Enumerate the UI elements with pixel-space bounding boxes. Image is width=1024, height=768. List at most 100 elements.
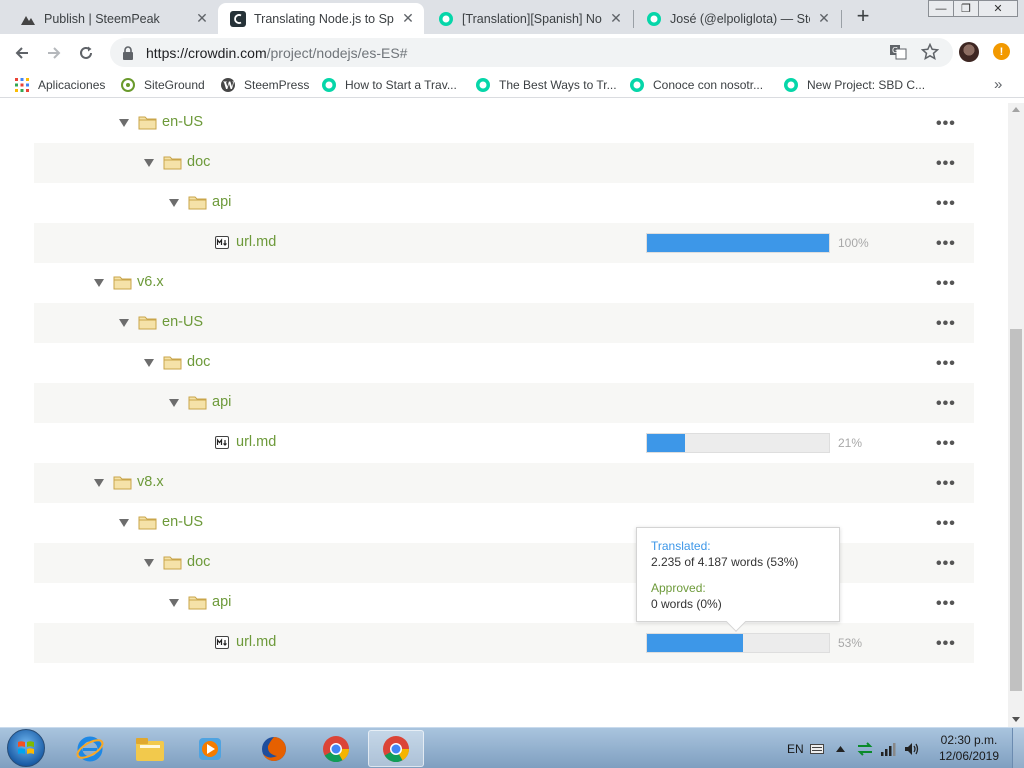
profile-avatar[interactable] bbox=[959, 42, 979, 62]
folder-name[interactable]: api bbox=[212, 394, 231, 410]
more-actions-button[interactable]: ••• bbox=[936, 555, 956, 573]
tree-folder-row[interactable]: en-US ••• bbox=[34, 103, 974, 143]
folder-name[interactable]: en-US bbox=[162, 114, 203, 130]
show-hidden-icons-icon[interactable] bbox=[836, 728, 845, 768]
tab-steemit-translation[interactable]: [Translation][Spanish] Node.js ✕ bbox=[426, 3, 632, 34]
more-actions-button[interactable]: ••• bbox=[936, 275, 956, 293]
folder-name[interactable]: doc bbox=[187, 154, 210, 170]
folder-name[interactable]: v6.x bbox=[137, 274, 164, 290]
taskbar-firefox[interactable] bbox=[246, 730, 302, 767]
more-actions-button[interactable]: ••• bbox=[936, 355, 956, 373]
address-bar[interactable]: https://crowdin.com/project/nodejs/es-ES… bbox=[110, 38, 953, 67]
tab-crowdin[interactable]: Translating Node.js to Spanish ✕ bbox=[218, 3, 424, 34]
close-tab-icon[interactable]: ✕ bbox=[816, 10, 832, 27]
tree-file-row[interactable]: url.md 100% ••• bbox=[34, 223, 974, 263]
tree-folder-row[interactable]: en-US ••• bbox=[34, 303, 974, 343]
taskbar-internet-explorer[interactable] bbox=[62, 730, 118, 767]
taskbar-media-player[interactable] bbox=[182, 730, 238, 767]
more-actions-button[interactable]: ••• bbox=[936, 195, 956, 213]
tree-file-row[interactable]: url.md 53% ••• bbox=[34, 623, 974, 663]
expand-caret-icon[interactable] bbox=[94, 279, 104, 287]
close-tab-icon[interactable]: ✕ bbox=[608, 10, 624, 27]
translation-progress-bar[interactable] bbox=[646, 233, 830, 253]
expand-caret-icon[interactable] bbox=[144, 559, 154, 567]
expand-caret-icon[interactable] bbox=[94, 479, 104, 487]
folder-name[interactable]: en-US bbox=[162, 314, 203, 330]
expand-caret-icon[interactable] bbox=[119, 119, 129, 127]
folder-name[interactable]: api bbox=[212, 194, 231, 210]
keyboard-icon[interactable] bbox=[810, 728, 824, 768]
reload-button[interactable] bbox=[75, 42, 97, 64]
file-name[interactable]: url.md bbox=[236, 634, 276, 650]
more-actions-button[interactable]: ••• bbox=[936, 435, 956, 453]
show-desktop-button[interactable] bbox=[1012, 728, 1024, 768]
system-clock[interactable]: 02:30 p.m. 12/06/2019 bbox=[930, 732, 1008, 764]
taskbar-file-explorer[interactable] bbox=[122, 730, 178, 767]
tree-folder-row[interactable]: v6.x ••• bbox=[34, 263, 974, 303]
more-actions-button[interactable]: ••• bbox=[936, 115, 956, 133]
tree-folder-row[interactable]: doc ••• bbox=[34, 143, 974, 183]
bookmark-siteground[interactable]: SiteGround bbox=[120, 75, 205, 94]
expand-caret-icon[interactable] bbox=[169, 399, 179, 407]
more-actions-button[interactable]: ••• bbox=[936, 475, 956, 493]
scroll-down-arrow-icon[interactable] bbox=[1012, 717, 1020, 722]
signal-strength-icon[interactable] bbox=[880, 728, 898, 768]
taskbar-chrome-active[interactable] bbox=[368, 730, 424, 767]
bookmarks-overflow-button[interactable]: » bbox=[994, 76, 1002, 93]
language-indicator[interactable]: EN bbox=[787, 728, 804, 768]
close-tab-icon[interactable]: ✕ bbox=[400, 10, 416, 27]
taskbar-chrome[interactable] bbox=[308, 730, 364, 767]
expand-caret-icon[interactable] bbox=[169, 599, 179, 607]
translation-progress-bar[interactable] bbox=[646, 633, 830, 653]
chrome-menu-alert-icon[interactable]: ! bbox=[993, 43, 1010, 60]
bookmark-steempress[interactable]: W SteemPress bbox=[220, 75, 309, 94]
file-name[interactable]: url.md bbox=[236, 234, 276, 250]
network-sync-icon[interactable] bbox=[856, 728, 874, 768]
page-scrollbar[interactable] bbox=[1008, 103, 1024, 727]
tree-folder-row[interactable]: doc ••• bbox=[34, 343, 974, 383]
back-button[interactable] bbox=[11, 42, 33, 64]
tree-folder-row[interactable]: api ••• bbox=[34, 183, 974, 223]
more-actions-button[interactable]: ••• bbox=[936, 635, 956, 653]
bookmark-conoce[interactable]: Conoce con nosotr... bbox=[629, 75, 763, 94]
more-actions-button[interactable]: ••• bbox=[936, 155, 956, 173]
more-actions-button[interactable]: ••• bbox=[936, 235, 956, 253]
bookmark-best-ways[interactable]: The Best Ways to Tr... bbox=[475, 75, 617, 94]
expand-caret-icon[interactable] bbox=[119, 319, 129, 327]
close-tab-icon[interactable]: ✕ bbox=[194, 10, 210, 27]
translation-progress-bar[interactable] bbox=[646, 433, 830, 453]
more-actions-button[interactable]: ••• bbox=[936, 595, 956, 613]
new-tab-button[interactable]: + bbox=[852, 5, 874, 27]
forward-button[interactable] bbox=[43, 42, 65, 64]
tab-steempeak[interactable]: Publish | SteemPeak ✕ bbox=[8, 3, 218, 34]
scroll-thumb[interactable] bbox=[1010, 329, 1022, 691]
more-actions-button[interactable]: ••• bbox=[936, 395, 956, 413]
tree-file-row[interactable]: url.md 21% ••• bbox=[34, 423, 974, 463]
translate-icon[interactable]: G bbox=[888, 42, 908, 62]
volume-icon[interactable] bbox=[904, 728, 922, 768]
bookmark-new-project[interactable]: New Project: SBD C... bbox=[783, 75, 925, 94]
folder-name[interactable]: api bbox=[212, 594, 231, 610]
start-button[interactable] bbox=[7, 729, 45, 767]
expand-caret-icon[interactable] bbox=[119, 519, 129, 527]
more-actions-button[interactable]: ••• bbox=[936, 515, 956, 533]
expand-caret-icon[interactable] bbox=[144, 159, 154, 167]
folder-name[interactable]: doc bbox=[187, 354, 210, 370]
expand-caret-icon[interactable] bbox=[144, 359, 154, 367]
scroll-up-arrow-icon[interactable] bbox=[1012, 107, 1020, 112]
minimize-button[interactable]: — bbox=[928, 0, 954, 17]
tab-steemit-profile[interactable]: José (@elpoliglota) — Steemit ✕ bbox=[634, 3, 840, 34]
maximize-button[interactable]: ❐ bbox=[953, 0, 979, 17]
more-actions-button[interactable]: ••• bbox=[936, 315, 956, 333]
tree-folder-row[interactable]: api ••• bbox=[34, 383, 974, 423]
bookmark-travel[interactable]: How to Start a Trav... bbox=[321, 75, 457, 94]
folder-name[interactable]: en-US bbox=[162, 514, 203, 530]
bookmark-star-icon[interactable] bbox=[920, 42, 940, 62]
folder-name[interactable]: v8.x bbox=[137, 474, 164, 490]
folder-name[interactable]: doc bbox=[187, 554, 210, 570]
tree-folder-row[interactable]: v8.x ••• bbox=[34, 463, 974, 503]
bookmark-apps[interactable]: Aplicaciones bbox=[14, 75, 105, 94]
file-name[interactable]: url.md bbox=[236, 434, 276, 450]
close-window-button[interactable]: ✕ bbox=[978, 0, 1018, 17]
expand-caret-icon[interactable] bbox=[169, 199, 179, 207]
